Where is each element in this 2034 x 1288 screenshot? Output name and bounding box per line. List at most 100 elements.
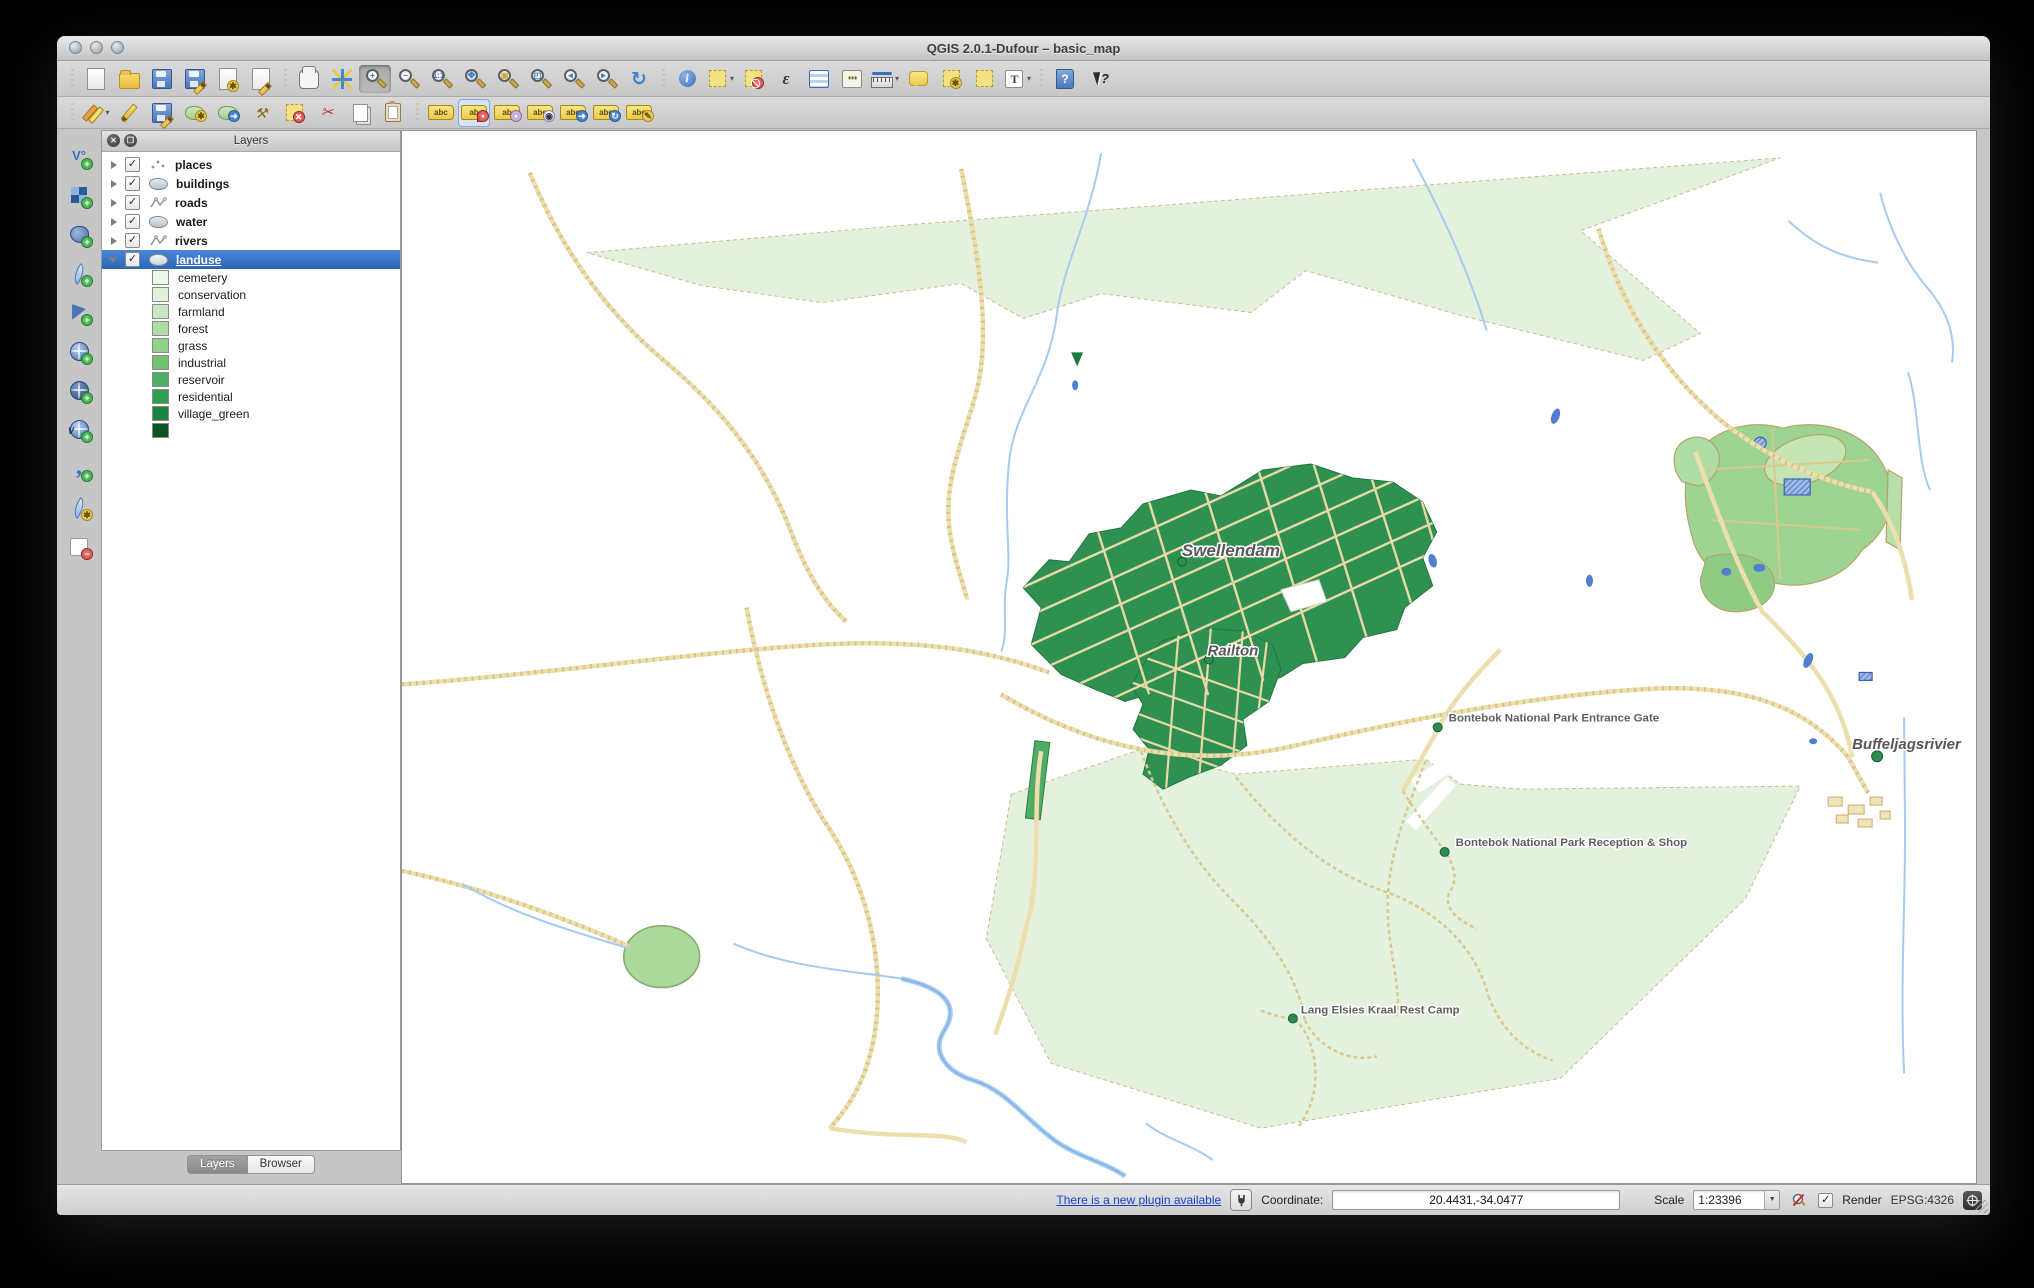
layer-row-roads[interactable]: ✓ roads [102,193,400,212]
title-bar[interactable]: QGIS 2.0.1-Dufour – basic_map [57,36,1990,61]
panel-detach-icon[interactable]: ❐ [124,134,137,147]
expand-arrow-icon[interactable] [111,199,117,207]
zoom-full-extent-button[interactable]: ✥ [458,65,490,93]
add-feature-button[interactable]: ✱ [179,99,211,127]
pan-map-button[interactable] [293,65,325,93]
remove-layer-button[interactable]: − [63,531,95,561]
pan-to-selection-button[interactable] [326,65,358,93]
zoom-out-button[interactable]: − [392,65,424,93]
layer-row-buildings[interactable]: ✓ buildings [102,174,400,193]
toolbar-handle[interactable] [65,69,79,89]
tab-browser[interactable]: Browser [248,1155,315,1174]
zoom-in-button[interactable]: + [359,65,391,93]
cut-features-button[interactable]: ✂ [311,99,343,127]
layer-row-places[interactable]: ✓ places [102,155,400,174]
expand-arrow-icon[interactable] [111,237,117,245]
pin-unpin-labels-button[interactable]: ab• [458,99,490,127]
text-annotation-button[interactable]: T▾ [1001,65,1033,93]
layers-panel-header[interactable]: ✕ ❐ Layers [102,131,400,152]
layer-row-rivers[interactable]: ✓ rivers [102,231,400,250]
layer-checkbox[interactable]: ✓ [125,214,140,229]
whats-this-button[interactable]: ? [1082,65,1114,93]
show-hide-labels-button[interactable]: abc◉ [524,99,556,127]
close-window-button[interactable] [69,41,82,54]
add-wfs-layer-button[interactable]: V+ [63,414,95,444]
help-contents-button[interactable]: ? [1049,65,1081,93]
copy-features-button[interactable] [344,99,376,127]
toolbar-handle[interactable] [1034,69,1048,89]
layer-checkbox[interactable]: ✓ [125,233,140,248]
save-project-as-button[interactable] [179,65,211,93]
identify-features-button[interactable]: i [671,65,703,93]
labeling-options-button[interactable]: abc [425,99,457,127]
composer-manager-button[interactable] [245,65,277,93]
add-wms-layer-button[interactable]: + [63,336,95,366]
new-print-composer-button[interactable]: ✱ [212,65,244,93]
open-project-button[interactable] [113,65,145,93]
expand-arrow-icon[interactable] [111,218,117,226]
expand-arrow-icon[interactable] [111,161,117,169]
toolbar-handle[interactable] [656,69,670,89]
save-layer-edits-button[interactable] [146,99,178,127]
select-by-expression-button[interactable]: ε [770,65,802,93]
map-tips-button[interactable] [902,65,934,93]
minimize-window-button[interactable] [90,41,103,54]
add-mssql-layer-button[interactable]: + [63,297,95,327]
toolbar-handle[interactable] [410,103,424,123]
toolbar-handle[interactable] [65,103,79,123]
node-tool-button[interactable]: ⚒ [245,99,277,127]
render-checkbox[interactable]: ✓ [1818,1193,1833,1208]
field-calculator-button[interactable] [836,65,868,93]
layer-checkbox[interactable]: ✓ [125,252,140,267]
zoom-to-selection-button[interactable]: ▣ [491,65,523,93]
zoom-window-button[interactable] [111,41,124,54]
layer-row-landuse[interactable]: ✓ landuse [102,250,400,269]
scale-combobox[interactable]: 1:23396 ▼ [1693,1190,1780,1210]
deselect-features-button[interactable]: ⃠ [737,65,769,93]
add-delimited-text-layer-button[interactable]: ,+ [63,453,95,483]
new-project-button[interactable] [80,65,112,93]
current-edits-button[interactable]: ▾ [80,99,112,127]
new-bookmark-button[interactable]: ✱ [935,65,967,93]
collapse-arrow-icon[interactable] [109,257,117,263]
zoom-to-layer-button[interactable]: ◰ [524,65,556,93]
layer-checkbox[interactable]: ✓ [125,176,140,191]
new-spatialite-layer-button[interactable]: ✱ [63,492,95,522]
select-features-button[interactable]: ▾ [704,65,736,93]
add-raster-layer-button[interactable]: + [63,180,95,210]
zoom-next-button[interactable]: ▸ [590,65,622,93]
toolbar-handle[interactable] [278,69,292,89]
rotate-label-button[interactable]: abc↻ [590,99,622,127]
coordinate-field[interactable]: 20.4431,-34.0477 [1332,1190,1620,1210]
change-label-button[interactable]: abc✎ [623,99,655,127]
open-attribute-table-button[interactable] [803,65,835,93]
save-project-button[interactable] [146,65,178,93]
stop-render-icon[interactable] [1789,1190,1809,1210]
layer-checkbox[interactable]: ✓ [125,157,140,172]
paste-features-button[interactable] [377,99,409,127]
delete-selected-button[interactable]: ✕ [278,99,310,127]
zoom-native-button[interactable]: 1:1 [425,65,457,93]
scale-dropdown-icon[interactable]: ▼ [1764,1191,1779,1209]
tab-layers[interactable]: Layers [187,1155,248,1174]
highlight-pinned-labels-button[interactable]: ab• [491,99,523,127]
toggle-editing-button[interactable] [113,99,145,127]
resize-grip[interactable] [1975,1200,1988,1213]
add-spatialite-layer-button[interactable]: + [63,258,95,288]
plugin-icon[interactable] [1230,1189,1252,1211]
panel-close-icon[interactable]: ✕ [107,134,120,147]
layer-row-water[interactable]: ✓ water [102,212,400,231]
plugin-available-link[interactable]: There is a new plugin available [1056,1193,1221,1207]
map-canvas[interactable]: Swellendam Railton Bontebok National Par… [401,130,1977,1184]
refresh-map-button[interactable]: ↻ [623,65,655,93]
zoom-last-button[interactable]: ◂ [557,65,589,93]
measure-button[interactable]: ▾ [869,65,901,93]
add-wcs-layer-button[interactable]: + [63,375,95,405]
show-bookmarks-button[interactable] [968,65,1000,93]
move-feature-button[interactable]: ➜ [212,99,244,127]
expand-arrow-icon[interactable] [111,180,117,188]
move-label-button[interactable]: abc➜ [557,99,589,127]
layer-checkbox[interactable]: ✓ [125,195,140,210]
add-postgis-layer-button[interactable]: + [63,219,95,249]
add-vector-layer-button[interactable]: V°+ [63,141,95,171]
